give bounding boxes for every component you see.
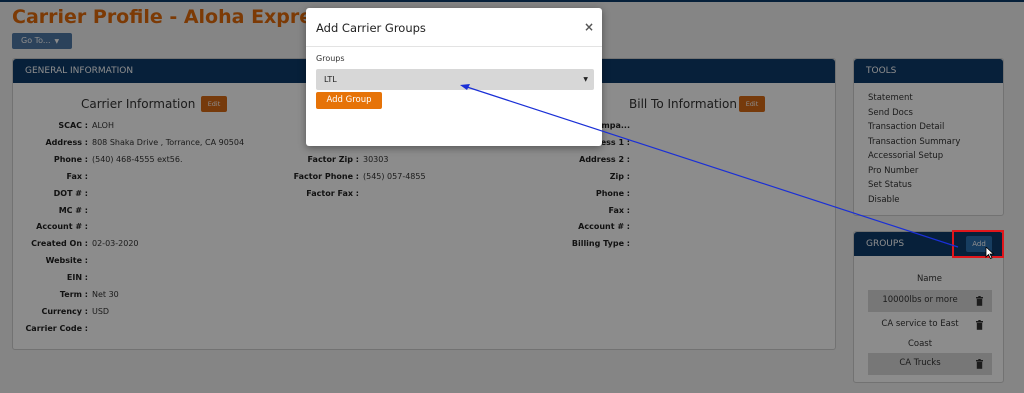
annotation-arrow: [460, 84, 959, 248]
annotation-arrow-line: [466, 86, 959, 248]
annotation-arrow-head: [460, 84, 470, 90]
